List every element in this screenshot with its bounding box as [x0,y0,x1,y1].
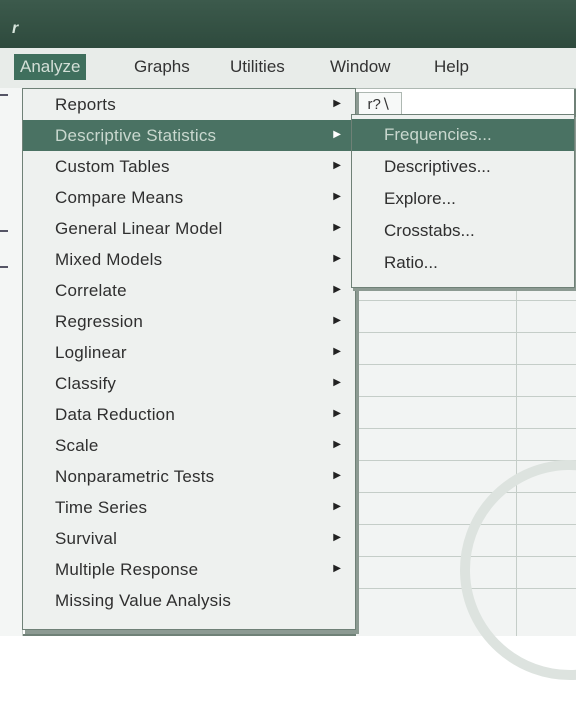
menu-item-label: Data Reduction [55,404,175,424]
menu-item-label: Correlate [55,280,127,300]
menu-item-label: Scale [55,435,99,455]
menu-item-compare-means[interactable]: Compare Means ▶ [23,182,355,213]
menu-item-correlate[interactable]: Correlate ▶ [23,275,355,306]
submenu-arrow-icon: ▶ [333,160,341,171]
menu-item-custom-tables[interactable]: Custom Tables ▶ [23,151,355,182]
submenu-arrow-icon: ▶ [333,98,341,109]
menu-item-label: Survival [55,528,118,548]
descriptive-statistics-submenu: Frequencies... Descriptives... Explore..… [351,114,575,288]
menu-item-label: Reports [55,94,116,114]
menu-item-multiple-response[interactable]: Multiple Response ▶ [23,554,355,585]
menu-window[interactable]: Window [324,54,396,80]
submenu-item-descriptives[interactable]: Descriptives... [352,151,574,183]
grid-line [356,300,576,301]
app-icon: r [12,20,19,37]
menu-item-label: Time Series [55,497,148,517]
grid-line [356,460,576,461]
menu-item-missing-value-analysis[interactable]: Missing Value Analysis [23,585,355,616]
menu-analyze[interactable]: Analyze [14,54,87,80]
menu-item-nonparametric-tests[interactable]: Nonparametric Tests ▶ [23,461,355,492]
submenu-arrow-icon: ▶ [333,346,341,357]
menu-item-label: Loglinear [55,342,127,362]
submenu-arrow-icon: ▶ [333,377,341,388]
submenu-arrow-icon: ▶ [333,501,341,512]
menu-bar: Analyze Graphs Utilities Window Help [0,48,576,89]
submenu-item-label: Frequencies... [384,125,492,144]
menu-item-mixed-models[interactable]: Mixed Models ▶ [23,244,355,275]
menu-item-label: Missing Value Analysis [55,590,232,610]
submenu-arrow-icon: ▶ [333,222,341,233]
menu-item-loglinear[interactable]: Loglinear ▶ [23,337,355,368]
submenu-arrow-icon: ▶ [333,191,341,202]
menu-item-label: General Linear Model [55,218,223,238]
menu-item-label: Custom Tables [55,156,170,176]
menu-utilities[interactable]: Utilities [224,54,291,80]
menu-help[interactable]: Help [428,54,475,80]
submenu-arrow-icon: ▶ [333,532,341,543]
submenu-arrow-icon: ▶ [333,129,341,140]
menu-item-label: Mixed Models [55,249,163,269]
menu-item-survival[interactable]: Survival ▶ [23,523,355,554]
menu-item-scale[interactable]: Scale ▶ [23,430,355,461]
row-tick [0,266,8,268]
submenu-item-crosstabs[interactable]: Crosstabs... [352,215,574,247]
menu-item-reports[interactable]: Reports ▶ [23,89,355,120]
menu-item-label: Nonparametric Tests [55,466,215,486]
submenu-item-explore[interactable]: Explore... [352,183,574,215]
submenu-arrow-icon: ▶ [333,439,341,450]
menu-item-descriptive-statistics[interactable]: Descriptive Statistics ▶ [23,120,355,151]
row-tick [0,94,8,96]
menu-item-label: Compare Means [55,187,184,207]
submenu-arrow-icon: ▶ [333,253,341,264]
submenu-item-label: Explore... [384,189,456,208]
menu-item-general-linear-model[interactable]: General Linear Model ▶ [23,213,355,244]
grid-line [356,332,576,333]
submenu-item-ratio[interactable]: Ratio... [352,247,574,279]
title-bar: r [0,0,576,48]
submenu-arrow-icon: ▶ [333,470,341,481]
menu-item-time-series[interactable]: Time Series ▶ [23,492,355,523]
submenu-arrow-icon: ▶ [333,563,341,574]
submenu-arrow-icon: ▶ [333,315,341,326]
analyze-menu: Reports ▶ Descriptive Statistics ▶ Custo… [22,88,356,630]
menu-item-classify[interactable]: Classify ▶ [23,368,355,399]
menu-item-label: Regression [55,311,143,331]
grid-line [356,396,576,397]
menu-item-regression[interactable]: Regression ▶ [23,306,355,337]
menu-graphs[interactable]: Graphs [128,54,196,80]
menu-item-label: Multiple Response [55,559,199,579]
submenu-arrow-icon: ▶ [333,408,341,419]
menu-item-label: Descriptive Statistics [55,125,217,145]
submenu-item-label: Crosstabs... [384,221,475,240]
submenu-item-label: Ratio... [384,253,438,272]
grid-line [356,364,576,365]
grid-line [356,428,576,429]
menu-item-data-reduction[interactable]: Data Reduction ▶ [23,399,355,430]
row-tick [0,230,8,232]
submenu-item-label: Descriptives... [384,157,491,176]
menu-item-label: Classify [55,373,117,393]
submenu-item-frequencies[interactable]: Frequencies... [352,119,574,151]
submenu-arrow-icon: ▶ [333,284,341,295]
row-header-strip [0,88,23,636]
